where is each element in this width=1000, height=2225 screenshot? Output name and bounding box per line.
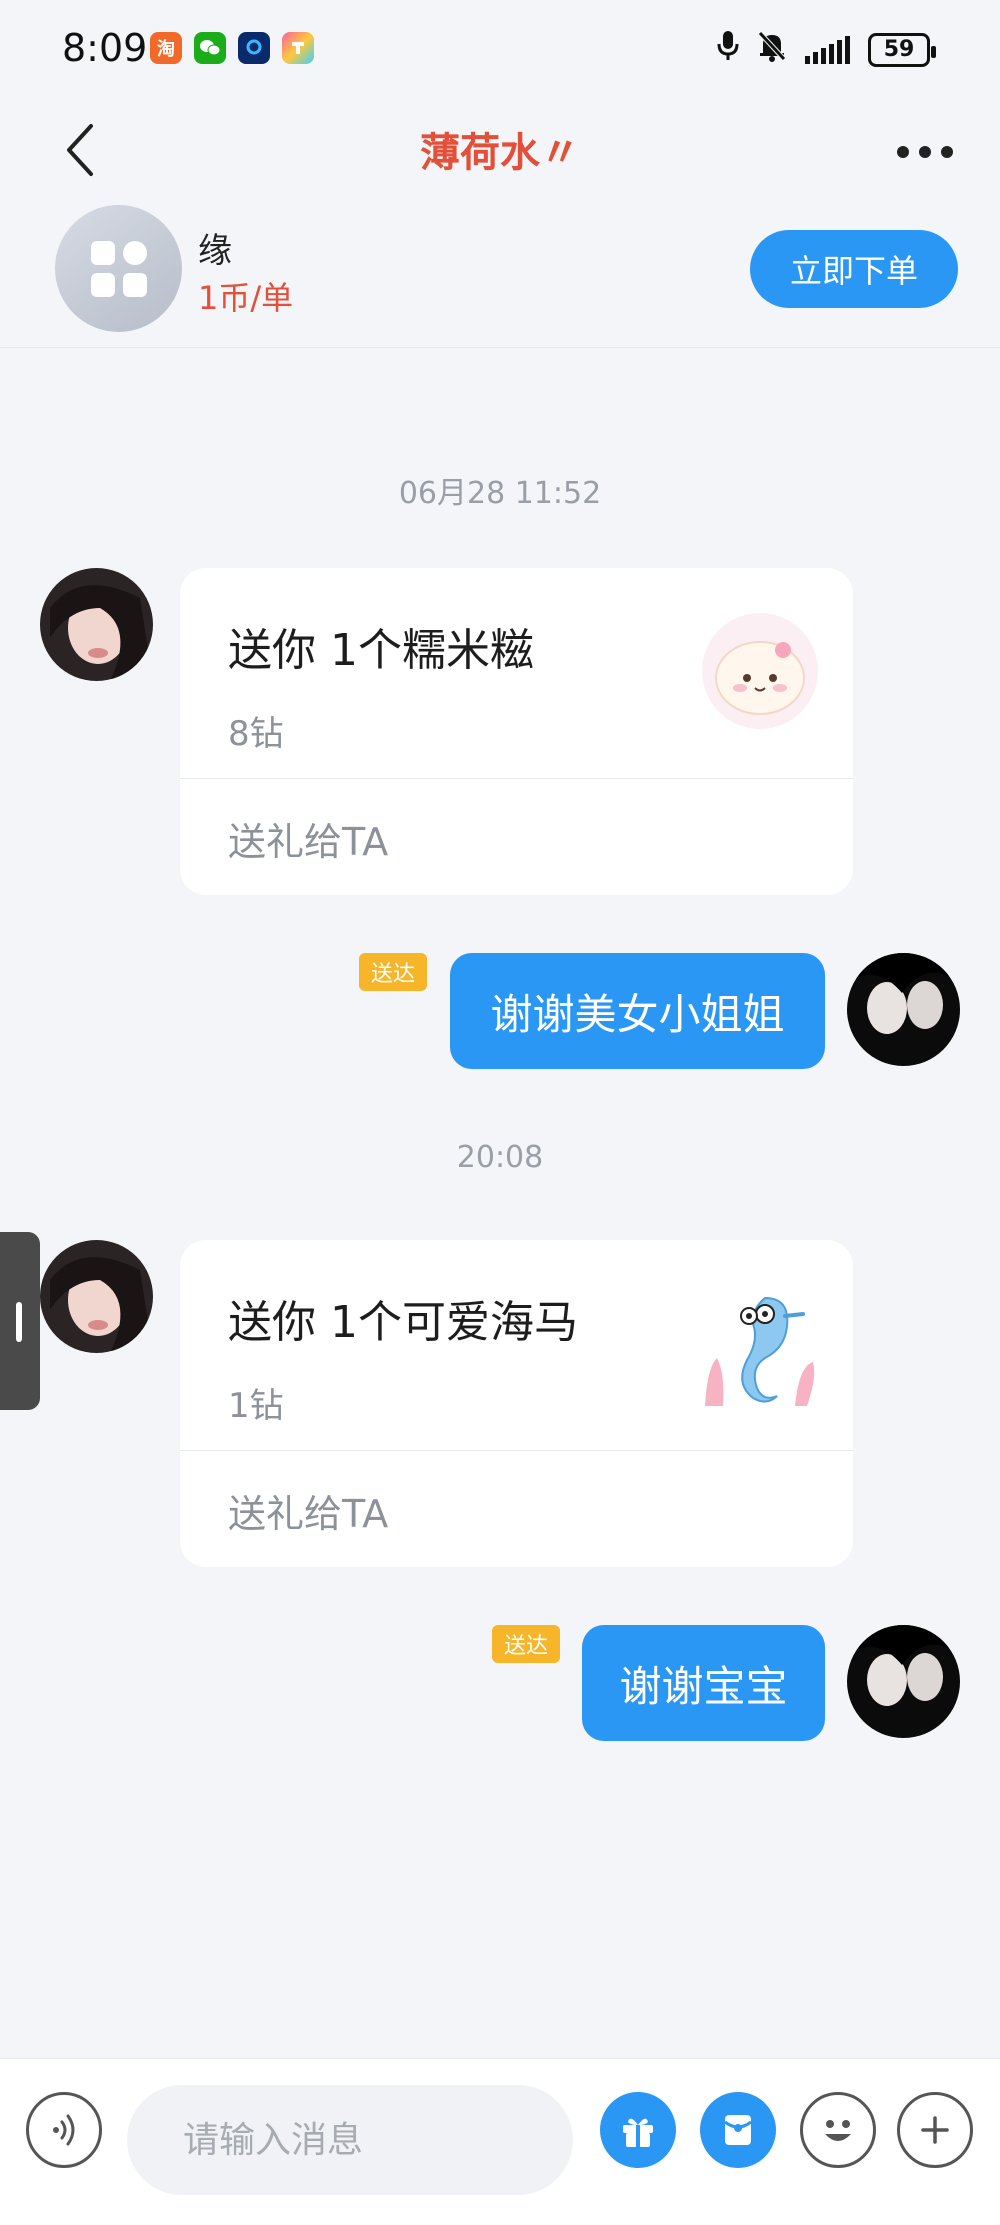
- signal-icon: [805, 35, 850, 64]
- grid-apps-icon: [90, 240, 147, 297]
- taobao-icon: 淘: [150, 32, 182, 64]
- input-bar: [0, 2058, 1000, 2225]
- more-dots-icon: [897, 146, 953, 158]
- gift-icon: [623, 2118, 653, 2147]
- my-avatar[interactable]: [847, 1625, 960, 1738]
- system-icons: 59: [717, 30, 936, 69]
- red-packet-button[interactable]: [700, 2092, 776, 2168]
- outgoing-message[interactable]: 谢谢宝宝: [582, 1625, 825, 1741]
- message-timestamp: 20:08: [456, 1140, 544, 1175]
- gift-card[interactable]: 送你 1个可爱海马 1钻 送礼给TA: [180, 1240, 853, 1567]
- contact-avatar[interactable]: [40, 1240, 153, 1353]
- message-timestamp: 06月28 11:52: [398, 476, 602, 511]
- gift-button[interactable]: [600, 2092, 676, 2168]
- service-price: 1币/单: [198, 279, 294, 317]
- smiley-icon: [825, 2120, 851, 2141]
- notification-icons: 淘: [150, 32, 314, 64]
- red-packet-icon: [724, 2115, 752, 2145]
- divider: [180, 778, 853, 779]
- status-bar: 8:09 淘 59: [0, 0, 1000, 100]
- floating-side-handle[interactable]: [0, 1232, 40, 1410]
- service-name: 缘: [198, 231, 232, 271]
- bell-muted-icon: [757, 30, 787, 69]
- my-avatar[interactable]: [847, 953, 960, 1066]
- delivered-badge: 送达: [358, 953, 427, 991]
- page-title: 薄荷水〃: [420, 130, 580, 176]
- mochi-gift-icon: [695, 606, 825, 736]
- status-time: 8:09: [62, 26, 148, 70]
- outgoing-message[interactable]: 谢谢美女小姐姐: [450, 953, 825, 1069]
- divider: [180, 1450, 853, 1451]
- gift-price: 8钻: [228, 714, 284, 754]
- more-button[interactable]: [890, 122, 960, 182]
- wechat-icon: [194, 32, 226, 64]
- blue-app-icon: [238, 32, 270, 64]
- seahorse-gift-icon: [695, 1278, 825, 1408]
- voice-button[interactable]: [26, 2092, 102, 2168]
- microphone-icon: [717, 30, 739, 69]
- more-tools-button[interactable]: [897, 2092, 973, 2168]
- plus-icon: [921, 2116, 949, 2144]
- send-gift-link[interactable]: 送礼给TA: [228, 811, 388, 866]
- gift-card[interactable]: 送你 1个糯米糍 8钻 送礼给TA: [180, 568, 853, 895]
- gift-title: 送你 1个可爱海马: [228, 1297, 578, 1348]
- order-now-button[interactable]: 立即下单: [750, 230, 958, 308]
- delivered-badge: 送达: [491, 1625, 560, 1663]
- colorful-app-icon: [282, 32, 314, 64]
- gift-title: 送你 1个糯米糍: [228, 625, 534, 676]
- message-input[interactable]: [127, 2085, 573, 2195]
- contact-avatar[interactable]: [40, 568, 153, 681]
- battery-indicator: 59: [868, 32, 936, 67]
- service-avatar: [55, 205, 182, 332]
- nav-bar: 薄荷水〃: [0, 100, 1000, 210]
- send-gift-link[interactable]: 送礼给TA: [228, 1483, 388, 1538]
- service-info: 缘 1币/单 立即下单: [0, 205, 1000, 348]
- voice-icon: [53, 2114, 75, 2146]
- emoji-button[interactable]: [800, 2092, 876, 2168]
- gift-price: 1钻: [228, 1386, 284, 1426]
